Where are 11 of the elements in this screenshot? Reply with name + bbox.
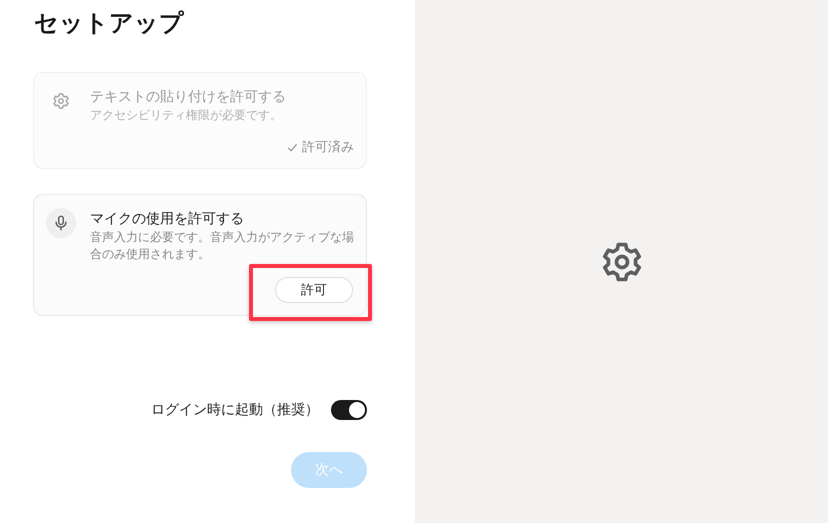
permission-title: マイクの使用を許可する bbox=[90, 210, 245, 228]
permission-description: 音声入力に必要です。音声入力がアクティブな場合のみ使用されます。 bbox=[90, 229, 354, 263]
settings-icon bbox=[52, 92, 70, 110]
permission-title: テキストの貼り付けを許可する bbox=[90, 88, 287, 106]
permission-description: アクセシビリティ権限が必要です。 bbox=[90, 107, 283, 124]
toggle-switch[interactable] bbox=[331, 400, 367, 420]
page-title: セットアップ bbox=[34, 8, 185, 39]
allow-button[interactable]: 許可 bbox=[275, 277, 353, 303]
check-icon bbox=[287, 142, 298, 152]
toggle-label: ログイン時に起動（推奨） bbox=[151, 401, 319, 419]
granted-status: 許可済み bbox=[302, 139, 354, 156]
